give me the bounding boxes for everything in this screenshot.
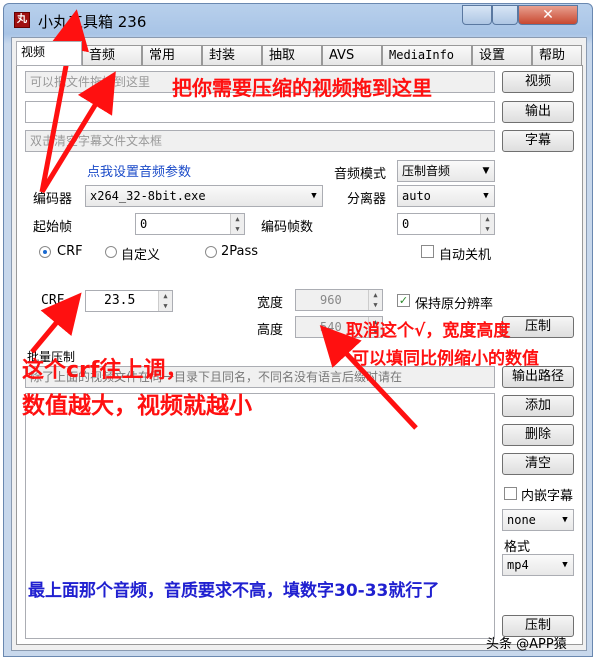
radio-2pass[interactable] (205, 246, 217, 258)
annotation-drag-here: 把你需要压缩的视频拖到这里 (172, 76, 432, 100)
tab-extract[interactable]: 抽取 (262, 45, 322, 65)
encode-frames-stepper[interactable]: 0 ▲ ▼ (397, 213, 495, 235)
delete-button[interactable]: 删除 (502, 424, 574, 446)
tab-audio[interactable]: 音频 (82, 45, 142, 65)
chevron-down-icon: ▼ (483, 191, 489, 201)
tab-avs[interactable]: AVS (322, 45, 382, 65)
radio-crf-label: CRF (57, 244, 83, 259)
annotation-audio-tip: 最上面那个音频，音质要求不高，填数字30-33就行了 (28, 581, 440, 601)
spin-down-icon[interactable]: ▼ (230, 224, 244, 234)
output-button[interactable]: 输出 (502, 101, 574, 123)
watermark: 头条 @APP猿 (486, 637, 567, 652)
subtitle-select-value: none (507, 513, 536, 527)
encoder-select[interactable]: x264_32-8bit.exe ▼ (85, 185, 323, 207)
subtitle-field[interactable]: 双击清空字幕文件文本框 (25, 130, 495, 152)
annotation-uncheck-tip-2: 可以填同比例缩小的数值 (352, 349, 539, 369)
encoder-label: 编码器 (33, 192, 73, 207)
keep-resolution-checkbox[interactable]: ✓ (397, 294, 410, 307)
crf-stepper[interactable]: 23.5 ▲ ▼ (85, 290, 173, 312)
width-value: 960 (320, 293, 342, 307)
spin-down-icon[interactable]: ▼ (480, 224, 494, 234)
spin-up-icon[interactable]: ▲ (368, 290, 382, 300)
splitter-label: 分离器 (347, 192, 387, 207)
width-label: 宽度 (257, 296, 284, 311)
embed-subtitle-checkbox[interactable] (504, 487, 517, 500)
audio-mode-value: 压制音频 (402, 164, 451, 178)
spin-up-icon[interactable]: ▲ (230, 214, 244, 224)
start-frame-stepper[interactable]: 0 ▲ ▼ (135, 213, 245, 235)
keep-resolution-label: 保持原分辨率 (415, 297, 494, 312)
subtitle-select[interactable]: none ▼ (502, 509, 574, 531)
audio-mode-select[interactable]: 压制音频 ▼ (397, 160, 495, 182)
add-button[interactable]: 添加 (502, 395, 574, 417)
minimize-button[interactable] (462, 5, 492, 25)
embed-subtitle-label: 内嵌字幕 (521, 489, 574, 504)
spin-up-icon[interactable]: ▲ (480, 214, 494, 224)
annotation-crf-tip-1: 这个crf往上调， (22, 358, 188, 383)
tab-common[interactable]: 常用 (142, 45, 202, 65)
splitter-select[interactable]: auto ▼ (397, 185, 495, 207)
auto-shutdown-label: 自动关机 (439, 248, 492, 263)
audio-settings-link[interactable]: 点我设置音频参数 (87, 161, 191, 180)
tab-help[interactable]: 帮助 (532, 45, 582, 65)
chevron-down-icon: ▼ (482, 166, 490, 176)
subtitle-button[interactable]: 字幕 (502, 130, 574, 152)
chevron-down-icon: ▼ (311, 191, 317, 201)
batch-file-list[interactable] (25, 393, 495, 639)
crf-value: 23.5 (104, 293, 136, 308)
width-stepper[interactable]: 960 ▲ ▼ (295, 289, 383, 311)
auto-shutdown-checkbox[interactable] (421, 245, 434, 258)
app-icon: 丸 (14, 12, 30, 28)
height-label: 高度 (257, 323, 284, 338)
radio-custom[interactable] (105, 246, 117, 258)
radio-custom-label: 自定义 (121, 248, 161, 263)
start-frame-label: 起始帧 (33, 220, 73, 235)
tab-settings[interactable]: 设置 (472, 45, 532, 65)
annotation-uncheck-tip-1: 取消这个√，宽度高度 (346, 321, 511, 341)
spin-down-icon[interactable]: ▼ (368, 300, 382, 310)
audio-mode-label: 音频模式 (334, 167, 387, 182)
start-frame-value: 0 (140, 217, 148, 231)
title-bar: 丸 小丸工具箱 236 ✕ (4, 4, 592, 36)
video-button[interactable]: 视频 (502, 71, 574, 93)
tab-video[interactable]: 视频 (16, 41, 82, 66)
height-value: 540 (320, 320, 342, 334)
tab-mediainfo[interactable]: MediaInfo (382, 45, 472, 65)
radio-crf[interactable] (39, 246, 51, 258)
close-button[interactable]: ✕ (518, 5, 578, 25)
compress-button-top[interactable]: 压制 (502, 316, 574, 338)
clear-button[interactable]: 清空 (502, 453, 574, 475)
annotation-crf-tip-2: 数值越大，视频就越小 (22, 393, 252, 419)
encode-frames-label: 编码帧数 (261, 220, 314, 235)
splitter-value: auto (402, 189, 431, 203)
format-select-value: mp4 (507, 558, 529, 572)
chevron-down-icon: ▼ (562, 560, 568, 570)
window-title: 小丸工具箱 236 (38, 13, 147, 31)
spin-down-icon[interactable]: ▼ (158, 301, 172, 311)
encoder-value: x264_32-8bit.exe (90, 189, 206, 203)
radio-2pass-label: 2Pass (221, 244, 259, 259)
spin-up-icon[interactable]: ▲ (158, 291, 172, 301)
chevron-down-icon: ▼ (562, 515, 568, 525)
encode-frames-value: 0 (402, 217, 410, 231)
tab-mux[interactable]: 封装 (202, 45, 262, 65)
maximize-button[interactable] (492, 5, 518, 25)
format-label: 格式 (504, 540, 531, 555)
crf-label: CRF (41, 293, 65, 308)
output-path-button[interactable]: 输出路径 (502, 366, 574, 388)
output-field[interactable] (25, 101, 495, 123)
format-select[interactable]: mp4 ▼ (502, 554, 574, 576)
